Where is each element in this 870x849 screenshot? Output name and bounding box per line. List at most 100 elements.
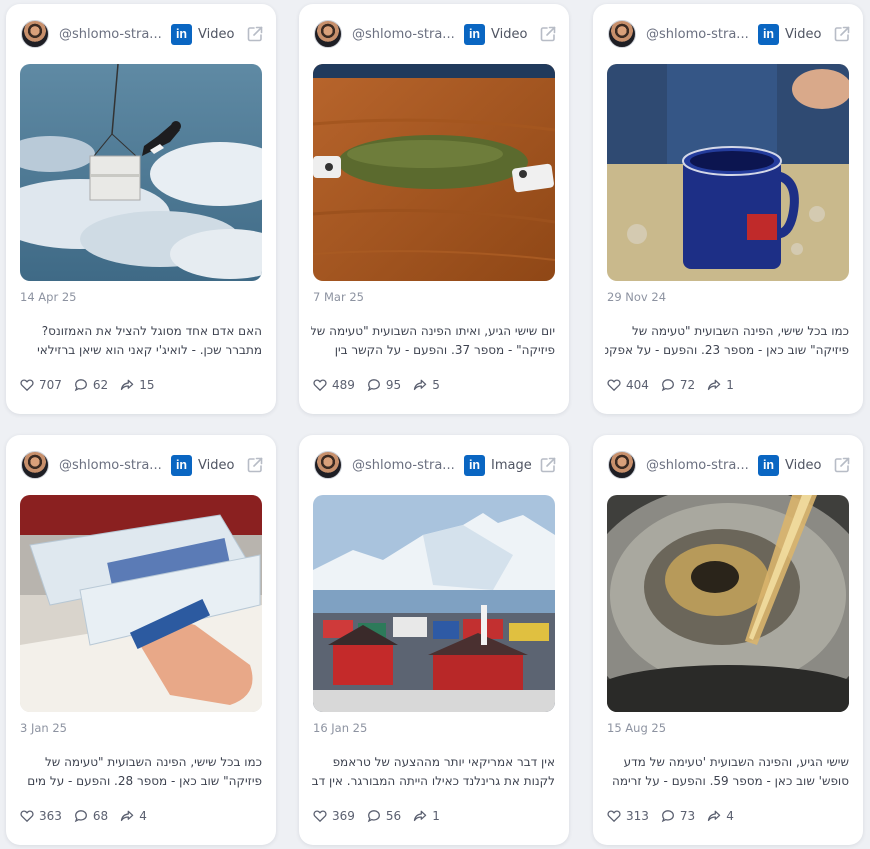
post-text[interactable]: יום שישי הגיע, ואיתו הפינה השבועית "טעימ…	[311, 322, 555, 360]
comment-icon	[661, 379, 674, 392]
heart-icon	[313, 810, 327, 823]
post-text[interactable]: כמו בכל שישי, הפינה השבועית "טעימה של פי…	[18, 753, 262, 791]
shares-stat: 1	[707, 378, 734, 392]
comment-icon	[74, 379, 87, 392]
avatar[interactable]	[608, 20, 636, 48]
post-text-line: מתברר שכן. - לואיג'י קאני הוא שיאן ברזיל…	[37, 343, 262, 357]
media-type-label: Video	[198, 26, 235, 42]
avatar[interactable]	[314, 451, 342, 479]
external-link-icon[interactable]	[539, 25, 557, 43]
author-handle[interactable]: @shlomo-stra...	[59, 27, 163, 42]
external-link-icon[interactable]	[539, 456, 557, 474]
post-stats: 369 56 1	[313, 809, 452, 823]
comments-stat: 68	[74, 809, 108, 823]
linkedin-icon: in	[171, 454, 192, 476]
post-stats: 404 72 1	[607, 378, 746, 392]
post-card[interactable]: @shlomo-stra... in Video 7 Mar 25 יום שי…	[299, 4, 569, 414]
media-type-label: Video	[491, 26, 528, 42]
comments-count: 62	[92, 378, 109, 392]
post-stats: 707 62 15	[20, 378, 166, 392]
post-text-line: כמו בכל שישי, הפינה השבועית "טעימה של	[44, 755, 262, 769]
post-stats: 363 68 4	[20, 809, 159, 823]
shares-stat: 4	[120, 809, 147, 823]
post-card[interactable]: @shlomo-stra... in Video 15 Aug 25 שישי …	[593, 435, 863, 845]
post-card[interactable]: @shlomo-stra... in Video 29 Nov 24 כמו ב…	[593, 4, 863, 414]
post-text[interactable]: אין דבר אמריקאי יותר מההצעה של טראמפ לקנ…	[311, 753, 555, 791]
heart-icon	[313, 379, 327, 392]
post-media[interactable]	[313, 495, 555, 712]
comments-count: 72	[679, 378, 696, 392]
likes-stat: 404	[607, 378, 649, 392]
shares-count: 15	[139, 378, 155, 392]
shares-count: 4	[139, 809, 147, 823]
likes-stat: 489	[313, 378, 355, 392]
post-media[interactable]	[20, 64, 262, 281]
card-header: @shlomo-stra... in Video	[21, 18, 264, 50]
avatar[interactable]	[314, 20, 342, 48]
post-text-line: האם אדם אחד מסוגל להציל את האמזונס?	[41, 324, 262, 338]
card-header: @shlomo-stra... in Image	[314, 449, 557, 481]
shares-stat: 5	[413, 378, 440, 392]
post-card[interactable]: @shlomo-stra... in Video 3 Jan 25 כמו בכ…	[6, 435, 276, 845]
media-type-label: Video	[785, 457, 822, 473]
post-card[interactable]: @shlomo-stra... in Image 16 Jan 25 אין ד…	[299, 435, 569, 845]
avatar[interactable]	[21, 451, 49, 479]
post-media[interactable]	[20, 495, 262, 712]
comments-stat: 72	[661, 378, 695, 392]
comment-icon	[74, 810, 87, 823]
heart-icon	[20, 810, 34, 823]
shares-count: 5	[432, 378, 440, 392]
post-card[interactable]: @shlomo-stra... in Video 14 Apr 25 האם א…	[6, 4, 276, 414]
post-text-line: פיזיקה" שוב כאן - מספר 23. והפעם - על אפ…	[605, 343, 849, 357]
post-stats: 489 95 5	[313, 378, 452, 392]
likes-count: 369	[332, 809, 355, 823]
avatar[interactable]	[21, 20, 49, 48]
avatar[interactable]	[608, 451, 636, 479]
external-link-icon[interactable]	[833, 25, 851, 43]
author-handle[interactable]: @shlomo-stra...	[352, 27, 456, 42]
shares-stat: 1	[413, 809, 440, 823]
external-link-icon[interactable]	[246, 456, 264, 474]
post-media[interactable]	[607, 495, 849, 712]
post-text-line: אין דבר אמריקאי יותר מההצעה של טראמפ	[332, 755, 555, 769]
likes-stat: 363	[20, 809, 62, 823]
post-text-line: לקנות את גרינלנד כאילו הייתה המבורגר. אי…	[311, 774, 555, 788]
author-handle[interactable]: @shlomo-stra...	[646, 27, 750, 42]
linkedin-icon: in	[464, 454, 485, 476]
comments-stat: 95	[367, 378, 401, 392]
share-icon	[121, 810, 134, 822]
likes-stat: 369	[313, 809, 355, 823]
card-header: @shlomo-stra... in Video	[608, 18, 851, 50]
shares-count: 1	[432, 809, 440, 823]
post-date: 16 Jan 25	[313, 721, 368, 735]
comments-count: 95	[385, 378, 402, 392]
comments-count: 68	[92, 809, 109, 823]
author-handle[interactable]: @shlomo-stra...	[352, 458, 456, 473]
post-stats: 313 73 4	[607, 809, 746, 823]
comment-icon	[367, 810, 380, 823]
post-text-line: שישי הגיע, והפינה השבועית 'טעימה של מדע	[623, 755, 849, 769]
heart-icon	[607, 810, 621, 823]
post-text[interactable]: כמו בכל שישי, הפינה השבועית "טעימה של פי…	[605, 322, 849, 360]
post-text[interactable]: האם אדם אחד מסוגל להציל את האמזונס? מתבר…	[18, 322, 262, 360]
post-text[interactable]: שישי הגיע, והפינה השבועית 'טעימה של מדע …	[605, 753, 849, 791]
share-icon	[414, 810, 427, 822]
post-date: 15 Aug 25	[607, 721, 667, 735]
heart-icon	[20, 379, 34, 392]
comments-count: 73	[679, 809, 696, 823]
shares-count: 1	[726, 378, 734, 392]
post-text-line: כמו בכל שישי, הפינה השבועית "טעימה של	[631, 324, 849, 338]
author-handle[interactable]: @shlomo-stra...	[59, 458, 163, 473]
post-text-line: פיזיקה" שוב כאן - מספר 28. והפעם - על מי…	[27, 774, 262, 788]
external-link-icon[interactable]	[833, 456, 851, 474]
post-media[interactable]	[313, 64, 555, 281]
post-text-line: סופש' שוב כאן - מספר 59. והפעם - על זרימ…	[611, 774, 849, 788]
author-handle[interactable]: @shlomo-stra...	[646, 458, 750, 473]
media-type-label: Video	[785, 26, 822, 42]
external-link-icon[interactable]	[246, 25, 264, 43]
likes-stat: 707	[20, 378, 62, 392]
likes-count: 404	[626, 378, 649, 392]
comments-stat: 56	[367, 809, 401, 823]
share-icon	[708, 379, 721, 391]
post-media[interactable]	[607, 64, 849, 281]
